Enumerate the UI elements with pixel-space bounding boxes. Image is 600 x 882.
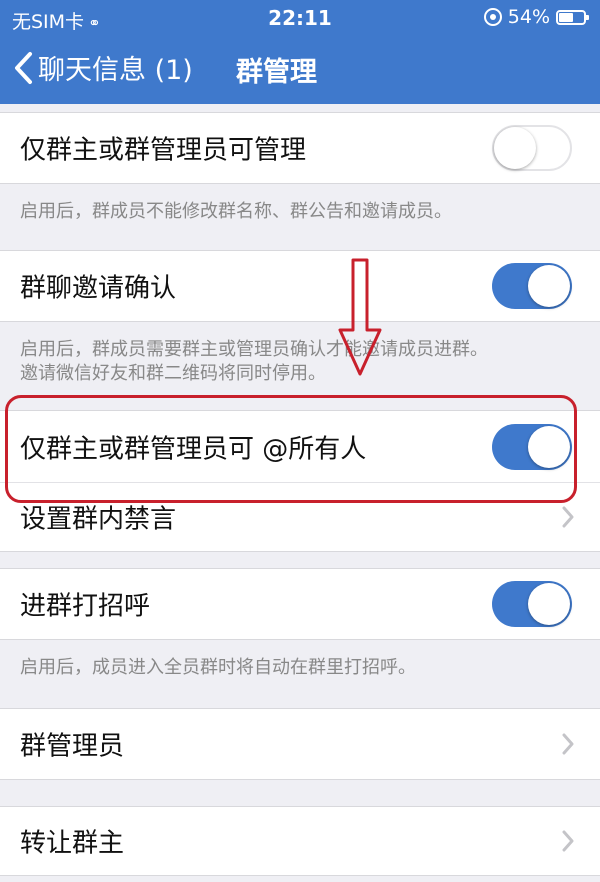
setting-label: 进群打招呼 — [20, 591, 151, 622]
down-arrow-icon — [338, 258, 382, 376]
setting-note: 启用后，成员进入全员群时将自动在群里打招呼。 — [20, 657, 416, 678]
setting-label: 转让群主 — [20, 828, 125, 859]
rotation-lock-icon — [483, 8, 502, 26]
setting-label: 仅群主或群管理员可 @所有人 — [20, 434, 367, 464]
invite-confirm-toggle[interactable] — [492, 263, 572, 309]
setting-note: 启用后，群成员不能修改群名称、群公告和邀请成员。 — [20, 201, 452, 222]
toggle-knob — [528, 583, 570, 625]
chevron-right-icon — [562, 506, 574, 528]
setting-group-admins[interactable]: 群管理员 — [0, 708, 600, 780]
setting-label: 设置群内禁言 — [20, 504, 177, 535]
note-line: 启用后，群成员需要群主或管理员确认才能邀请成员进群。 — [20, 339, 488, 360]
only-owner-admin-manage-toggle[interactable] — [492, 125, 572, 171]
page-title: 群管理 — [236, 57, 317, 88]
setting-invite-confirm: 群聊邀请确认 — [0, 250, 600, 322]
setting-transfer-owner[interactable]: 转让群主 — [0, 806, 600, 876]
back-button[interactable]: 聊天信息 (1) — [12, 48, 193, 87]
setting-note: 启用后，群成员需要群主或管理员确认才能邀请成员进群。 邀请微信好友和群二维码将同… — [0, 322, 600, 400]
setting-label: 群聊邀请确认 — [20, 273, 177, 304]
status-bar: 无SIM卡 ⚭ 22:11 54% — [0, 0, 600, 34]
toggle-knob — [528, 425, 570, 468]
toggle-knob — [528, 265, 570, 307]
only-owner-admin-at-all-toggle[interactable] — [492, 423, 572, 470]
back-label: 聊天信息 (1) — [38, 55, 193, 86]
status-right: 54% — [483, 6, 589, 28]
battery-icon — [556, 9, 589, 25]
chevron-right-icon — [562, 830, 574, 852]
battery-percent: 54% — [507, 6, 550, 28]
battery-fill — [559, 12, 574, 22]
toggle-knob — [494, 127, 536, 169]
header: 无SIM卡 ⚭ 22:11 54% 聊天信息 (1) 群管理 — [0, 0, 600, 104]
setting-group-mute[interactable]: 设置群内禁言 — [0, 482, 600, 552]
settings-list: 仅群主或群管理员可管理 启用后，群成员不能修改群名称、群公告和邀请成员。 群聊邀… — [0, 112, 600, 876]
chevron-right-icon — [562, 733, 574, 755]
setting-only-owner-admin-manage: 仅群主或群管理员可管理 — [0, 112, 600, 184]
greet-on-join-toggle[interactable] — [492, 581, 572, 627]
note-line: 邀请微信好友和群二维码将同时停用。 — [20, 363, 326, 384]
setting-label: 仅群主或群管理员可管理 — [20, 135, 307, 166]
setting-only-owner-admin-at-all: 仅群主或群管理员可 @所有人 — [0, 410, 600, 482]
navbar: 聊天信息 (1) 群管理 — [0, 34, 600, 104]
setting-label: 群管理员 — [20, 731, 125, 762]
setting-greet-on-join: 进群打招呼 — [0, 568, 600, 640]
chevron-left-icon — [15, 51, 32, 84]
